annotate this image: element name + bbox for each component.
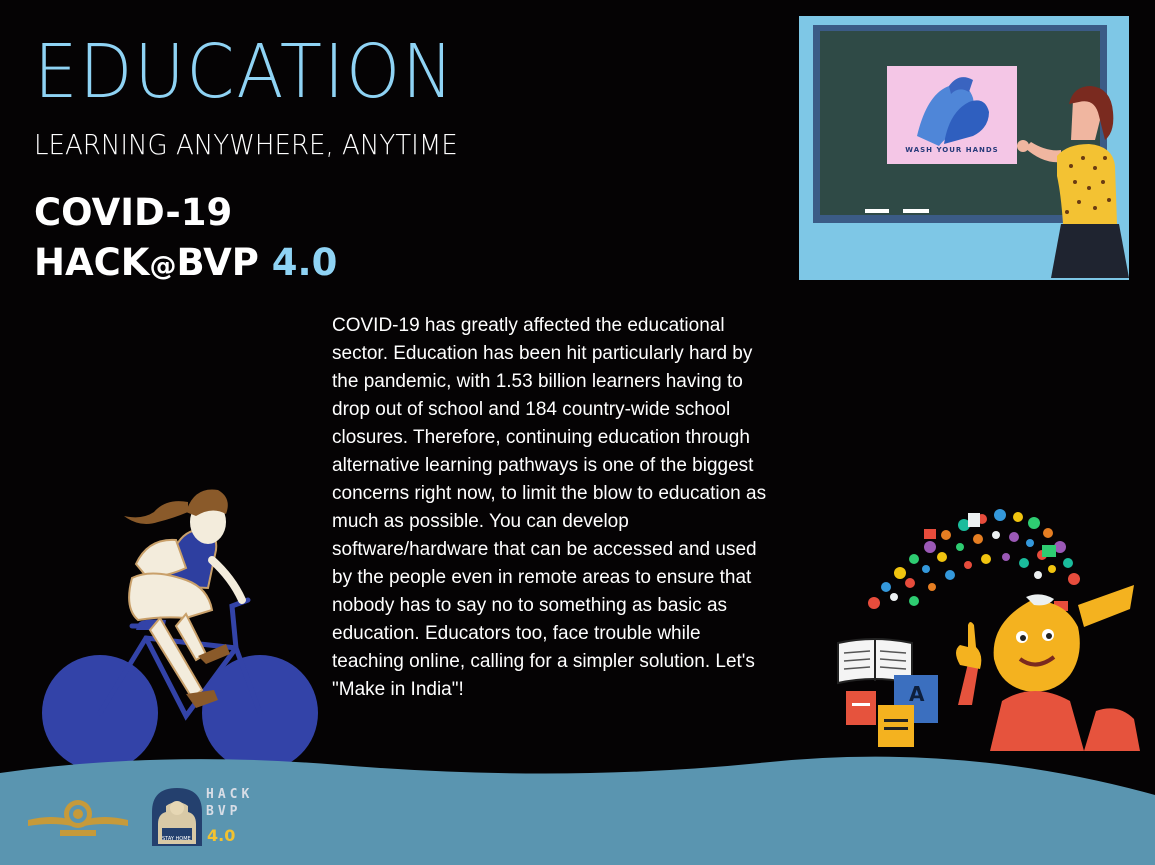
thinking-boy-illustration bbox=[837, 509, 1140, 751]
hack-logo-text: HACK BVP bbox=[206, 786, 253, 820]
hack-logo-line1: HACK bbox=[206, 787, 254, 802]
poster-subtitle: LEARNING ANYWHERE, ANYTIME bbox=[34, 128, 458, 161]
hack-heading-hack: HACK bbox=[34, 241, 150, 284]
education-poster: EDUCATION LEARNING ANYWHERE, ANYTIME COV… bbox=[0, 0, 1155, 865]
body-paragraph: COVID-19 has greatly affected the educat… bbox=[332, 315, 767, 700]
cyclist-illustration bbox=[42, 489, 318, 771]
hack-heading: HACK@BVP 4.0 bbox=[34, 241, 337, 289]
book-letter: A bbox=[909, 682, 925, 706]
hack-logo-line2: BVP bbox=[206, 804, 242, 819]
covid-heading: COVID-19 bbox=[34, 191, 233, 234]
hack-heading-bvp: BVP bbox=[176, 241, 272, 284]
hack-logo-version: 4.0 bbox=[207, 826, 236, 845]
stay-home-label: STAY HOME bbox=[162, 836, 191, 842]
hack-heading-version: 4.0 bbox=[271, 241, 338, 284]
college-emblem-icon bbox=[28, 800, 128, 836]
hack-heading-at: @ bbox=[149, 251, 177, 282]
chalkboard-caption: WASH YOUR HANDS bbox=[905, 146, 999, 154]
poster-title: EDUCATION bbox=[34, 29, 456, 115]
